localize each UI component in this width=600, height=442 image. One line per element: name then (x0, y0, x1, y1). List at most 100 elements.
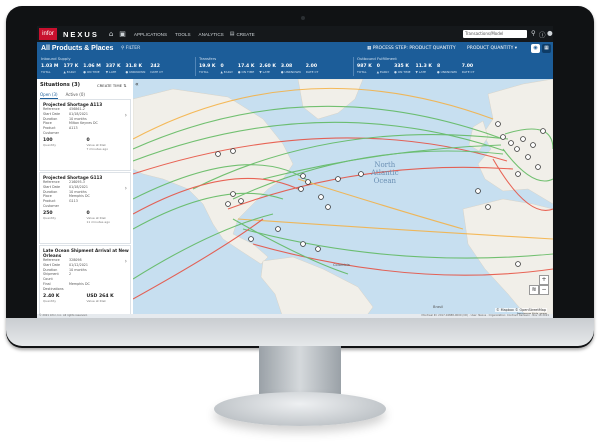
monitor-stand-neck (259, 346, 341, 394)
location-pin[interactable] (515, 171, 521, 177)
search-input[interactable]: Transactions/Model (463, 30, 527, 38)
metric-label: ● ON TIME (83, 70, 100, 74)
ocean-label-line: Atlantic (371, 169, 399, 177)
location-pin[interactable] (525, 154, 531, 160)
chevron-right-icon[interactable]: › (125, 112, 127, 119)
nav-create[interactable]: CREATE (236, 32, 254, 37)
process-step-button[interactable]: ▦ PROCESS STEP: PRODUCT QUANTITY (367, 46, 456, 51)
metric[interactable]: 335 K ● ON TIME (394, 64, 410, 74)
metric-label: ● UNKNOWN (280, 70, 301, 74)
location-pin[interactable] (485, 204, 491, 210)
location-pin[interactable] (495, 121, 501, 127)
metric[interactable]: 3.08 ● UNKNOWN (281, 64, 301, 74)
location-pin[interactable] (530, 142, 536, 148)
location-pin[interactable] (315, 246, 321, 252)
copyright-text: © 2021 Infor, Inc. All rights reserved. (39, 314, 88, 317)
metric-label: ● ON TIME (237, 70, 255, 74)
metric[interactable]: 11.3 K ▼ LATE (416, 64, 433, 74)
location-pin[interactable] (335, 176, 341, 182)
situation-card[interactable]: Projected Shortage G113 › Reference 21609… (39, 172, 131, 244)
location-pin[interactable] (275, 226, 281, 232)
metric[interactable]: 2.00 DATE CT (306, 64, 319, 74)
location-pin[interactable] (300, 173, 306, 179)
metric-value: 8 (437, 64, 441, 69)
zoom-out-button[interactable]: − (539, 285, 549, 295)
sort-icon: ⇅ (123, 83, 127, 88)
user-icon[interactable]: ● (547, 29, 553, 37)
metric[interactable]: 2.60 K ▼ LATE (259, 64, 276, 74)
location-pin[interactable] (520, 136, 526, 142)
home-icon[interactable]: ⌂ (109, 30, 113, 38)
tab-open[interactable]: Open (3) (40, 92, 58, 99)
metric[interactable]: 337 K ▼ LATE (106, 64, 121, 74)
chevron-right-icon[interactable]: › (125, 258, 127, 265)
situation-card[interactable]: Projected Shortage A113 › Reference 45686… (39, 99, 131, 171)
nav-applications[interactable]: APPLICATIONS (134, 32, 167, 37)
metric[interactable]: 8 ● UNKNOWN (437, 64, 457, 74)
section-divider (195, 57, 196, 76)
footer-info: Montreal ID: 2017-04888-0000 (CD) · User… (421, 314, 549, 317)
location-pin[interactable] (225, 201, 231, 207)
filter-button[interactable]: ⚲ FILTER (121, 46, 140, 51)
ocean-label-line: Ocean (373, 177, 397, 185)
location-pin[interactable] (358, 171, 364, 177)
metric[interactable]: 242 DATE CT (150, 64, 163, 74)
product-quantity-dropdown[interactable]: PRODUCT QUANTITY ▾ (467, 46, 517, 51)
location-pin[interactable] (300, 241, 306, 247)
location-pin[interactable] (305, 179, 311, 185)
grid-view-button[interactable]: ▦ (542, 44, 551, 53)
location-pin[interactable] (318, 194, 324, 200)
nav-analytics[interactable]: ANALYTICS (199, 32, 224, 37)
metric[interactable]: 987 K TOTAL (357, 64, 372, 74)
detail-row: Customer (43, 204, 130, 209)
location-pin[interactable] (325, 204, 331, 210)
route-line[interactable] (133, 218, 264, 300)
metric[interactable]: 0 ▲ EARLY (377, 64, 389, 74)
location-pin[interactable] (248, 236, 254, 242)
location-pin[interactable] (475, 188, 481, 194)
location-pin[interactable] (298, 186, 304, 192)
info-icon[interactable]: ⓘ (539, 29, 546, 39)
location-pin[interactable] (230, 191, 236, 197)
age-label: 7 minutes ago (86, 146, 109, 151)
metric[interactable]: 1.06 M ● ON TIME (83, 64, 101, 74)
chevron-right-icon[interactable]: › (125, 185, 127, 192)
location-pin[interactable] (514, 146, 520, 152)
infor-logo[interactable]: infor (39, 28, 57, 40)
metric[interactable]: 7.00 DATE CT (462, 64, 475, 74)
nav-tools[interactable]: TOOLS (175, 32, 191, 37)
situation-card[interactable]: Late Ocean Shipment Arrival at New Orlea… (39, 245, 131, 317)
supply-chain-map[interactable]: « North Atlantic Ocean Colombia Brasil ≋… (133, 79, 553, 318)
metric-value: 177 K (63, 64, 79, 69)
create-time-sort[interactable]: CREATE TIME ⇅ (97, 83, 126, 88)
clipboard-icon[interactable]: ▣ (119, 30, 126, 38)
metric[interactable]: 0 ▲ EARLY (221, 64, 233, 74)
map-view-button[interactable]: ◉ (531, 44, 540, 53)
map-canvas[interactable] (133, 79, 553, 318)
metric[interactable]: 1.03 M TOTAL (41, 64, 59, 74)
metric-value: 11.3 K (415, 64, 433, 69)
metric-label: ▼ LATE (415, 70, 427, 74)
route-line[interactable] (297, 178, 464, 230)
location-pin[interactable] (238, 198, 244, 204)
location-pin[interactable] (215, 151, 221, 157)
location-pin[interactable] (540, 128, 546, 134)
layers-icon[interactable]: ≋ (529, 285, 539, 295)
tab-active[interactable]: Active (0) (66, 92, 85, 99)
metric[interactable]: 19.9 K TOTAL (199, 64, 216, 74)
metric-label: TOTAL (357, 70, 367, 74)
location-pin[interactable] (508, 140, 514, 146)
collapse-panel-icon[interactable]: « (135, 81, 139, 88)
metric-label: ▲ EARLY (63, 70, 76, 74)
location-pin[interactable] (500, 134, 506, 140)
situations-title: Situations (3) (40, 82, 80, 88)
zoom-in-button[interactable]: + (539, 275, 549, 285)
metric[interactable]: 177 K ▲ EARLY (64, 64, 79, 74)
search-icon[interactable]: ⚲ (531, 29, 536, 37)
location-pin[interactable] (230, 148, 236, 154)
location-pin[interactable] (515, 261, 521, 267)
situations-panel: Situations (3) CREATE TIME ⇅ Open (3) Ac… (37, 79, 134, 318)
metric[interactable]: 31.8 K ● UNKNOWN (126, 64, 146, 74)
location-pin[interactable] (535, 164, 541, 170)
metric[interactable]: 17.4 K ● ON TIME (238, 64, 255, 74)
